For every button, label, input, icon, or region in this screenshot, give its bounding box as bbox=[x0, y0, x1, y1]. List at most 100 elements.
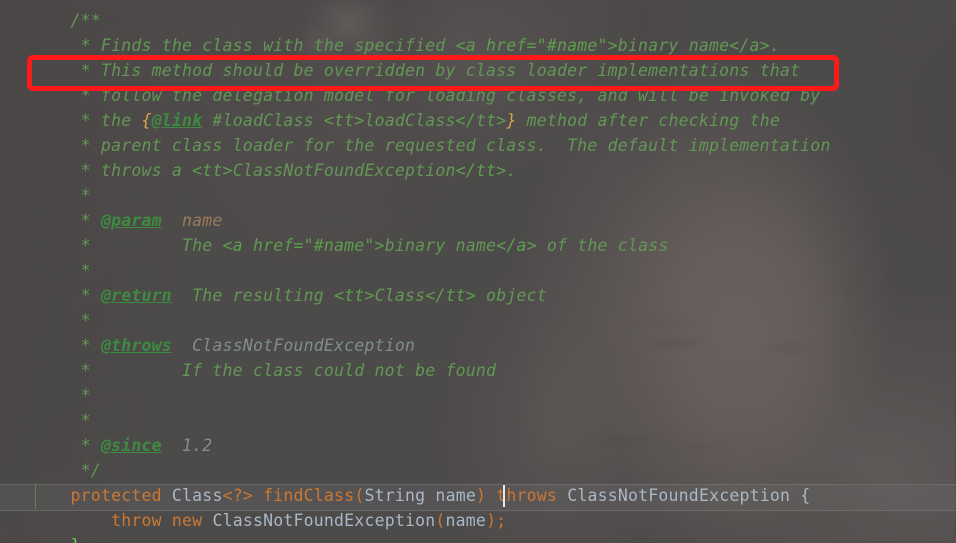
code-line[interactable]: * bbox=[0, 383, 956, 408]
code-token: new bbox=[171, 511, 203, 530]
code-line[interactable]: * bbox=[0, 408, 956, 433]
code-token: * bbox=[30, 411, 91, 430]
code-token: ClassNotFoundException bbox=[212, 511, 436, 530]
code-token: * bbox=[30, 386, 91, 405]
code-token: . bbox=[506, 161, 517, 180]
code-token: * bbox=[30, 336, 101, 355]
code-token: method after checking the bbox=[516, 111, 780, 130]
code-line[interactable]: protected Class<?> findClass(String name… bbox=[0, 483, 956, 508]
code-token: * Finds the class with the specified bbox=[30, 36, 456, 55]
code-token: * the bbox=[30, 111, 142, 130]
code-line[interactable]: * Finds the class with the specified <a … bbox=[0, 33, 956, 58]
code-line[interactable]: * @since 1.2 bbox=[0, 433, 956, 458]
code-token: { bbox=[800, 486, 811, 505]
code-token: * bbox=[30, 186, 91, 205]
code-token: <tt> bbox=[334, 286, 375, 305]
code-text-area[interactable]: /** * Finds the class with the specified… bbox=[0, 0, 956, 543]
code-token: <tt> bbox=[323, 111, 365, 130]
code-token: @throws bbox=[100, 336, 172, 355]
code-token: throw bbox=[111, 511, 162, 530]
code-token: </tt> bbox=[425, 286, 476, 305]
code-line[interactable]: * bbox=[0, 183, 956, 208]
code-token: String bbox=[364, 486, 426, 505]
code-token: @link bbox=[151, 111, 203, 130]
code-token: ( bbox=[354, 486, 365, 505]
code-token: * bbox=[30, 261, 91, 280]
code-editor[interactable]: /** * Finds the class with the specified… bbox=[0, 0, 956, 543]
code-token: * throws a bbox=[30, 161, 193, 180]
code-token: name bbox=[182, 211, 223, 230]
code-line[interactable]: * the {@link #loadClass <tt>loadClass</t… bbox=[0, 108, 956, 133]
code-token: Class bbox=[171, 486, 223, 505]
code-token: <tt> bbox=[192, 161, 233, 180]
code-line[interactable]: /** bbox=[0, 8, 956, 33]
code-token: * bbox=[30, 286, 101, 305]
code-token: * bbox=[30, 211, 101, 230]
code-line[interactable]: * @throws ClassNotFoundException bbox=[0, 333, 956, 358]
code-line[interactable]: throw new ClassNotFoundException(name); bbox=[0, 508, 956, 533]
code-token: protected bbox=[70, 486, 162, 505]
code-token: <a href="#name"> bbox=[222, 236, 385, 255]
code-token: /** bbox=[70, 11, 101, 30]
code-token: Class bbox=[374, 286, 426, 305]
code-line[interactable]: */ bbox=[0, 458, 956, 483]
code-token: ) bbox=[475, 486, 487, 505]
code-line[interactable]: * bbox=[0, 308, 956, 333]
code-token: * follow the delegation model for loadin… bbox=[30, 86, 821, 105]
code-token: ( bbox=[435, 511, 446, 530]
code-token: * bbox=[30, 311, 91, 330]
code-token: object bbox=[475, 286, 547, 305]
code-line[interactable]: * parent class loader for the requested … bbox=[0, 133, 956, 158]
code-line[interactable]: * The <a href="#name">binary name</a> of… bbox=[0, 233, 956, 258]
code-line[interactable]: * @return The resulting <tt>Class</tt> o… bbox=[0, 283, 956, 308]
code-token: } bbox=[506, 111, 517, 130]
code-token: ClassNotFoundException bbox=[232, 161, 456, 180]
code-token: } bbox=[71, 536, 81, 543]
code-token: </tt> bbox=[455, 161, 507, 180]
code-token: binary name bbox=[617, 36, 730, 55]
code-line[interactable]: } bbox=[0, 533, 956, 543]
code-token: #loadClass bbox=[202, 111, 324, 130]
code-token: ClassNotFoundException bbox=[567, 486, 791, 505]
code-token: </a> bbox=[729, 36, 770, 55]
code-token: * This method should be overridden by cl… bbox=[30, 61, 801, 80]
code-token: findClass bbox=[263, 486, 355, 505]
code-token: </tt> bbox=[455, 111, 507, 130]
code-line[interactable]: * throws a <tt>ClassNotFoundException</t… bbox=[0, 158, 956, 183]
code-line[interactable]: * If the class could not be found bbox=[0, 358, 956, 383]
code-token: of the class bbox=[536, 236, 669, 255]
code-token: binary name bbox=[384, 236, 497, 255]
code-line[interactable]: * follow the delegation model for loadin… bbox=[0, 83, 956, 108]
code-token: ClassNotFoundException bbox=[192, 336, 416, 355]
code-token: </a> bbox=[496, 236, 537, 255]
code-token: 1.2 bbox=[182, 436, 213, 455]
code-line[interactable]: * @param name bbox=[0, 208, 956, 233]
code-token: * The bbox=[30, 236, 223, 255]
text-caret bbox=[503, 485, 505, 507]
code-token: The resulting bbox=[171, 286, 335, 305]
code-token: * If the class could not be found bbox=[30, 361, 497, 380]
code-token: * parent class loader for the requested … bbox=[30, 136, 831, 155]
code-token: <?> bbox=[222, 486, 253, 505]
code-line[interactable]: * bbox=[0, 258, 956, 283]
code-token: @since bbox=[100, 436, 162, 455]
code-token: @return bbox=[100, 286, 172, 305]
code-token: name bbox=[425, 486, 476, 505]
code-token: */ bbox=[30, 461, 101, 480]
code-token: ) bbox=[486, 511, 497, 530]
code-token: . bbox=[769, 36, 780, 55]
code-token: * bbox=[30, 436, 101, 455]
code-line[interactable]: * This method should be overridden by cl… bbox=[0, 58, 956, 83]
